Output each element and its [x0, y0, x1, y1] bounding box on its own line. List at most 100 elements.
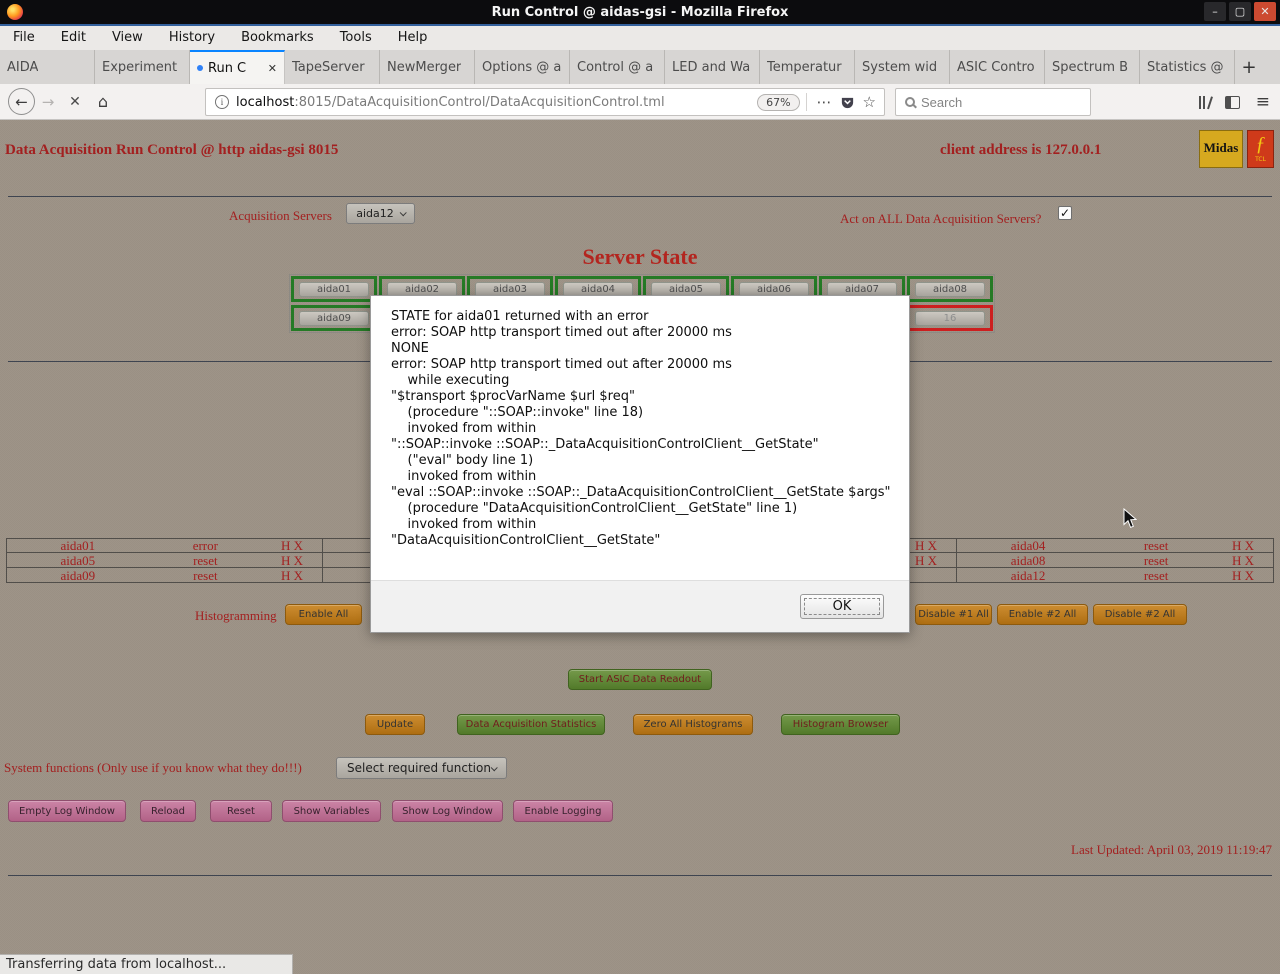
mouse-cursor: [1123, 507, 1138, 533]
server-button[interactable]: 16: [915, 310, 985, 326]
menu-help[interactable]: Help: [385, 26, 441, 50]
zero-all-histograms-button[interactable]: Zero All Histograms: [633, 714, 753, 735]
site-info-icon[interactable]: i: [215, 95, 229, 109]
tab-control[interactable]: Control @ a: [570, 50, 665, 84]
daq-statistics-button[interactable]: Data Acquisition Statistics: [457, 714, 605, 735]
system-function-select[interactable]: Select required function: [336, 757, 507, 779]
enable-all-button[interactable]: Enable All: [285, 604, 362, 625]
enable-2-all-button[interactable]: Enable #2 All: [997, 604, 1088, 625]
forward-button[interactable]: →: [35, 93, 61, 111]
error-dialog-message: STATE for aida01 returned with an error …: [391, 309, 891, 548]
tab-led[interactable]: LED and Wa: [665, 50, 760, 84]
page-actions-icon[interactable]: ⋯: [813, 93, 836, 111]
histogram-browser-button[interactable]: Histogram Browser: [781, 714, 900, 735]
url-path: :8015/DataAcquisitionControl/DataAcquisi…: [294, 94, 665, 110]
hx-links[interactable]: H X: [1213, 554, 1273, 567]
tab-experiment[interactable]: Experiment: [95, 50, 190, 84]
tab-statistics[interactable]: Statistics @: [1140, 50, 1235, 84]
tab-aida[interactable]: AIDA: [0, 50, 95, 84]
server-cell-alarm: 16: [907, 305, 993, 331]
new-tab-button[interactable]: +: [1235, 50, 1263, 84]
show-variables-button[interactable]: Show Variables: [282, 800, 381, 822]
maximize-button[interactable]: ▢: [1229, 2, 1251, 21]
tab-spectrum[interactable]: Spectrum B: [1045, 50, 1140, 84]
menu-bar: File Edit View History Bookmarks Tools H…: [0, 26, 1280, 50]
home-button[interactable]: ⌂: [89, 92, 117, 111]
status-cell-aida12: aida12 reset H X: [957, 568, 1274, 583]
search-input[interactable]: [921, 94, 1061, 110]
tab-asic-control[interactable]: ASIC Contro: [950, 50, 1045, 84]
act-on-all-checkbox[interactable]: ✓: [1058, 206, 1072, 220]
bookmark-star-icon[interactable]: ☆: [859, 93, 884, 111]
tab-loading-dot-icon: [197, 65, 203, 71]
status-bar: Transferring data from localhost...: [0, 954, 293, 974]
hx-links[interactable]: H X: [262, 569, 322, 582]
hamburger-menu-icon[interactable]: ≡: [1256, 92, 1270, 112]
menu-edit[interactable]: Edit: [48, 26, 99, 50]
update-button[interactable]: Update: [365, 714, 425, 735]
pocket-icon[interactable]: [836, 95, 859, 110]
tab-options[interactable]: Options @ a: [475, 50, 570, 84]
empty-log-window-button[interactable]: Empty Log Window: [8, 800, 126, 822]
dialog-footer: OK: [371, 580, 909, 632]
reset-button[interactable]: Reset: [210, 800, 272, 822]
reload-button[interactable]: Reload: [140, 800, 196, 822]
chevron-down-icon: [490, 763, 498, 771]
tab-run-control-active[interactable]: Run C ✕: [190, 50, 285, 84]
hx-links[interactable]: H X: [262, 554, 322, 567]
hx-links[interactable]: H X: [262, 539, 322, 552]
minimize-button[interactable]: –: [1204, 2, 1226, 21]
url-bar[interactable]: i localhost :8015/DataAcquisitionControl…: [205, 88, 885, 116]
menu-view[interactable]: View: [99, 26, 156, 50]
menu-bookmarks[interactable]: Bookmarks: [228, 26, 327, 50]
start-asic-readout-button[interactable]: Start ASIC Data Readout: [568, 669, 712, 690]
server-button[interactable]: aida01: [299, 281, 369, 297]
search-icon: [905, 97, 915, 107]
server-cell-aida01: aida01: [291, 276, 377, 302]
urlbar-separator: [805, 93, 807, 111]
navigation-bar: ← → ✕ ⌂ i localhost :8015/DataAcquisitio…: [0, 84, 1280, 120]
sidebar-icon[interactable]: [1224, 95, 1240, 109]
show-log-window-button[interactable]: Show Log Window: [392, 800, 503, 822]
tab-tapeserver[interactable]: TapeServer: [285, 50, 380, 84]
server-cell-aida09: aida09: [291, 305, 377, 331]
histogramming-label: Histogramming: [195, 608, 277, 623]
enable-logging-button[interactable]: Enable Logging: [513, 800, 613, 822]
divider: [8, 875, 1272, 876]
system-functions-label: System functions (Only use if you know w…: [4, 760, 302, 775]
acquisition-servers-label: Acquisition Servers: [229, 208, 332, 223]
midas-logo: Midas: [1199, 130, 1243, 168]
tab-system[interactable]: System wid: [855, 50, 950, 84]
search-bar[interactable]: [895, 88, 1091, 116]
menu-tools[interactable]: Tools: [327, 26, 385, 50]
tab-close-icon[interactable]: ✕: [268, 62, 277, 75]
status-cell-aida09: aida09 reset H X: [6, 568, 323, 583]
act-on-all-label: Act on ALL Data Acquisition Servers?: [840, 211, 1042, 226]
hx-links[interactable]: H X: [1213, 539, 1273, 552]
page-title: Data Acquisition Run Control @ http aida…: [5, 142, 339, 158]
disable-2-all-button[interactable]: Disable #2 All: [1093, 604, 1187, 625]
last-updated-text: Last Updated: April 03, 2019 11:19:47: [1071, 842, 1272, 857]
library-icon[interactable]: [1198, 95, 1213, 110]
back-button[interactable]: ←: [8, 88, 35, 115]
hx-links[interactable]: H X: [1213, 569, 1273, 582]
menu-history[interactable]: History: [156, 26, 228, 50]
window-title: Run Control @ aidas-gsi - Mozilla Firefo…: [491, 4, 789, 20]
tcl-logo: ƒ TCL: [1247, 130, 1274, 168]
menu-file[interactable]: File: [0, 26, 48, 50]
tab-bar: AIDA Experiment Run C ✕ TapeServer NewMe…: [0, 50, 1280, 84]
ok-button[interactable]: OK: [800, 594, 884, 619]
zoom-level-indicator[interactable]: 67%: [757, 93, 800, 111]
tcl-feather-icon: ƒ: [1255, 133, 1266, 155]
server-button[interactable]: aida08: [915, 281, 985, 297]
disable-1-all-button[interactable]: Disable #1 All: [915, 604, 992, 625]
chevron-down-icon: [399, 209, 407, 217]
stop-button[interactable]: ✕: [61, 94, 89, 110]
client-address: client address is 127.0.0.1: [940, 142, 1102, 158]
close-button[interactable]: ✕: [1254, 2, 1276, 21]
acquisition-server-select[interactable]: aida12: [346, 203, 415, 224]
tab-temperature[interactable]: Temperatur: [760, 50, 855, 84]
tab-newmerger[interactable]: NewMerger: [380, 50, 475, 84]
url-host: localhost: [236, 94, 295, 110]
server-button[interactable]: aida09: [299, 310, 369, 326]
